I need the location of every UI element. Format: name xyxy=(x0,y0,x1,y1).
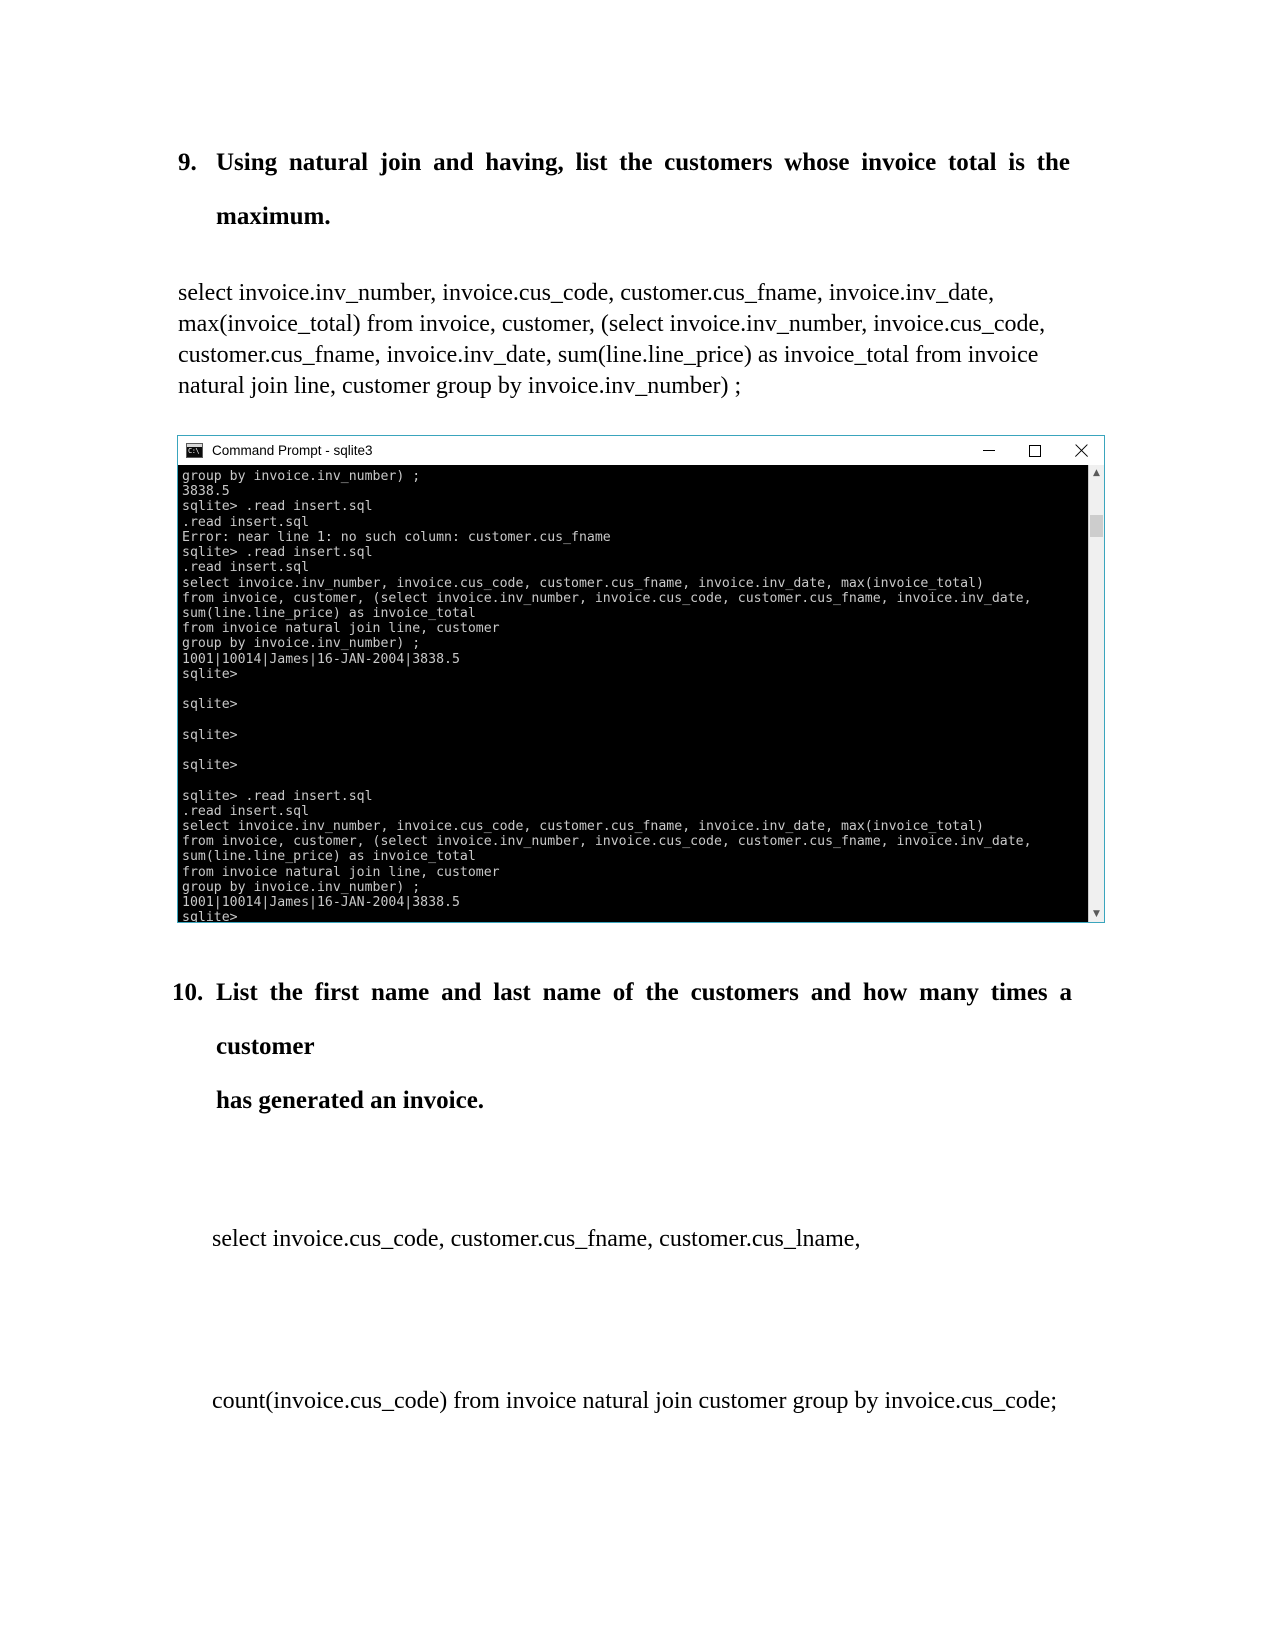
window-title-bar[interactable]: Command Prompt - sqlite3 xyxy=(178,436,1104,465)
terminal-line: sum(line.line_price) as invoice_total xyxy=(182,605,476,621)
terminal-line: .read insert.sql xyxy=(182,560,310,576)
window-controls xyxy=(966,436,1104,465)
terminal-line: sqlite> xyxy=(182,910,238,922)
question-9-number: 9. xyxy=(178,149,197,176)
scroll-track[interactable] xyxy=(1089,481,1104,515)
terminal-line: from invoice natural join line, customer xyxy=(182,621,500,637)
terminal-line: sqlite> xyxy=(182,666,238,682)
minimize-button[interactable] xyxy=(966,436,1012,465)
terminal-line: group by invoice.inv_number) ; xyxy=(182,636,421,652)
window-body: group by invoice.inv_number) ; 3838.5 sqli… xyxy=(178,465,1104,922)
terminal-line: select invoice.inv_number, invoice.cus_c… xyxy=(182,575,984,591)
terminal-line: from invoice natural join line, customer xyxy=(182,864,500,880)
terminal-line: sqlite> xyxy=(182,727,238,743)
terminal-line: sqlite> xyxy=(182,758,238,774)
window-title: Command Prompt - sqlite3 xyxy=(212,443,373,458)
question-10-number: 10. xyxy=(172,979,204,1006)
question-10-line-1: List the first name and last name of the… xyxy=(216,979,1072,1060)
scroll-down-arrow-icon[interactable]: ▼ xyxy=(1089,906,1104,922)
terminal-line: sqlite> .read insert.sql xyxy=(182,788,373,804)
question-10-sql-answer: select invoice.cus_code, customer.cus_fn… xyxy=(212,1104,1092,1536)
question-9-text: Using natural join and having, list the … xyxy=(216,136,1070,244)
terminal-line: 1001|10014|James|16-JAN-2004|3838.5 xyxy=(182,651,460,667)
maximize-button[interactable] xyxy=(1012,436,1058,465)
question-10-sql-line-2: count(invoice.cus_code) from invoice nat… xyxy=(212,1388,1058,1414)
terminal-line: sum(line.line_price) as invoice_total xyxy=(182,849,476,865)
maximize-icon xyxy=(1029,444,1041,457)
terminal-line: group by invoice.inv_number) ; xyxy=(182,469,421,484)
terminal-line: from invoice, customer, (select invoice.… xyxy=(182,590,1032,606)
terminal-output[interactable]: group by invoice.inv_number) ; 3838.5 sqli… xyxy=(178,465,1088,922)
terminal-line: from invoice, customer, (select invoice.… xyxy=(182,834,1032,850)
terminal-line: select invoice.inv_number, invoice.cus_c… xyxy=(182,819,984,835)
terminal-line: Error: near line 1: no such column: cust… xyxy=(182,529,611,545)
terminal-line: sqlite> .read insert.sql xyxy=(182,499,373,515)
question-9-line-1: Using natural join and having, list the … xyxy=(216,149,1070,176)
terminal-line: 3838.5 xyxy=(182,484,230,500)
question-9-line-2: maximum. xyxy=(216,203,331,230)
close-button[interactable] xyxy=(1058,436,1104,465)
terminal-line: sqlite> xyxy=(182,697,238,713)
terminal-line: .read insert.sql xyxy=(182,514,310,530)
terminal-line: .read insert.sql xyxy=(182,803,310,819)
scroll-up-arrow-icon[interactable]: ▲ xyxy=(1089,465,1104,481)
minimize-icon xyxy=(983,449,995,452)
terminal-line: sqlite> .read insert.sql xyxy=(182,545,373,561)
command-prompt-window[interactable]: Command Prompt - sqlite3 group by invoic… xyxy=(177,435,1105,923)
close-icon xyxy=(1074,444,1088,458)
terminal-line: 1001|10014|James|16-JAN-2004|3838.5 xyxy=(182,895,460,911)
cmd-icon xyxy=(186,443,203,458)
terminal-scrollbar[interactable]: ▲ ▼ xyxy=(1088,465,1104,922)
scroll-thumb[interactable] xyxy=(1090,515,1103,537)
question-9-sql-answer: select invoice.inv_number, invoice.cus_c… xyxy=(178,280,1052,399)
question-9: 9. Using natural join and having, list t… xyxy=(178,136,1073,244)
document-page: 9. Using natural join and having, list t… xyxy=(0,0,1275,1650)
question-10-sql-line-1: select invoice.cus_code, customer.cus_fn… xyxy=(212,1226,861,1252)
terminal-line: group by invoice.inv_number) ; xyxy=(182,879,421,895)
